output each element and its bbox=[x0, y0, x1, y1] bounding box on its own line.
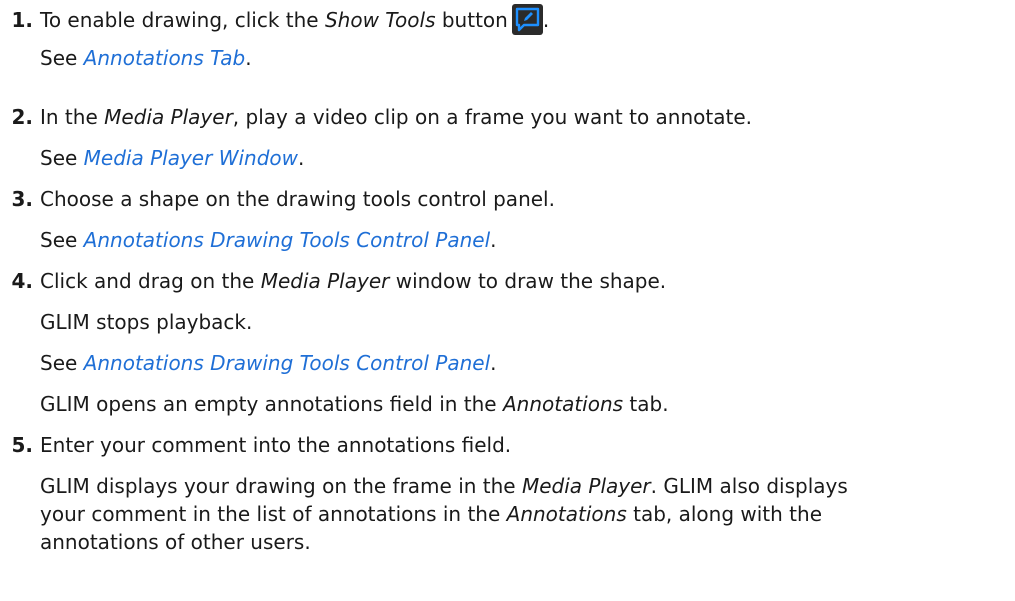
step-5-result-line-3: annotations of other users. bbox=[40, 529, 311, 555]
step-text: window to draw the shape. bbox=[389, 269, 667, 293]
step-text: Enter your comment into the annotations … bbox=[40, 433, 512, 457]
step-text: To enable drawing, click the bbox=[40, 8, 325, 32]
see-suffix: . bbox=[245, 46, 252, 70]
step-5: 5. Enter your comment into the annotation… bbox=[0, 432, 511, 458]
step-number: 3. bbox=[11, 187, 33, 211]
step-number: 2. bbox=[11, 105, 33, 129]
step-2-see: See Media Player Window. bbox=[40, 145, 304, 171]
step-text: button bbox=[435, 8, 508, 32]
see-suffix: . bbox=[490, 228, 497, 252]
ui-term: Media Player bbox=[104, 105, 233, 129]
ui-term: Media Player bbox=[521, 474, 651, 498]
see-prefix: See bbox=[40, 46, 84, 70]
link-annotations-tab[interactable]: Annotations Tab bbox=[84, 46, 246, 70]
end-punct: . bbox=[542, 8, 550, 32]
result-text: GLIM opens an empty annotations field in… bbox=[40, 392, 503, 416]
ui-term: Show Tools bbox=[324, 8, 436, 32]
step-text: In the bbox=[40, 105, 105, 129]
ui-term: Annotations bbox=[502, 392, 624, 416]
ui-term: Annotations bbox=[506, 502, 627, 526]
step-1-see: See Annotations Tab. bbox=[40, 45, 252, 71]
step-5-result-line-1: GLIM displays your drawing on the frame … bbox=[40, 473, 848, 499]
link-drawing-tools-panel[interactable]: Annotations Drawing Tools Control Panel bbox=[84, 228, 490, 252]
step-1: 1. To enable drawing, click the Show Tool… bbox=[0, 4, 549, 35]
see-prefix: See bbox=[40, 351, 84, 375]
step-3: 3. Choose a shape on the drawing tools co… bbox=[0, 186, 555, 212]
step-text: Click and drag on the bbox=[40, 269, 261, 293]
link-drawing-tools-panel[interactable]: Annotations Drawing Tools Control Panel bbox=[84, 351, 490, 375]
see-prefix: See bbox=[40, 228, 84, 252]
step-5-result-line-2: your comment in the list of annotations … bbox=[40, 501, 822, 527]
step-4-result: GLIM stops playback. bbox=[40, 309, 252, 335]
result-text: GLIM stops playback. bbox=[40, 310, 253, 334]
see-suffix: . bbox=[298, 146, 305, 170]
step-text: , play a video clip on a frame you want … bbox=[232, 105, 752, 129]
ui-term: Media Player bbox=[260, 269, 390, 293]
result-text: tab. bbox=[623, 392, 669, 416]
step-4-result-2: GLIM opens an empty annotations field in… bbox=[40, 391, 669, 417]
result-text: GLIM displays your drawing on the frame … bbox=[40, 474, 522, 498]
step-text: Choose a shape on the drawing tools cont… bbox=[40, 187, 555, 211]
step-3-see: See Annotations Drawing Tools Control Pa… bbox=[40, 227, 497, 253]
result-text: tab, along with the bbox=[626, 502, 823, 526]
link-media-player-window[interactable]: Media Player Window bbox=[84, 146, 298, 170]
step-4-see: See Annotations Drawing Tools Control Pa… bbox=[40, 350, 497, 376]
result-text: . GLIM also displays bbox=[650, 474, 848, 498]
step-4: 4. Click and drag on the Media Player win… bbox=[0, 268, 666, 294]
see-suffix: . bbox=[490, 351, 497, 375]
document-page: 1. To enable drawing, click the Show Tool… bbox=[0, 0, 1015, 601]
step-number: 4. bbox=[11, 269, 33, 293]
step-2: 2. In the Media Player, play a video clip… bbox=[0, 104, 752, 130]
result-text: your comment in the list of annotations … bbox=[40, 502, 507, 526]
step-number: 1. bbox=[11, 8, 33, 32]
see-prefix: See bbox=[40, 146, 84, 170]
result-text: annotations of other users. bbox=[40, 530, 311, 554]
step-number: 5. bbox=[11, 433, 33, 457]
show-tools-icon bbox=[511, 4, 543, 35]
